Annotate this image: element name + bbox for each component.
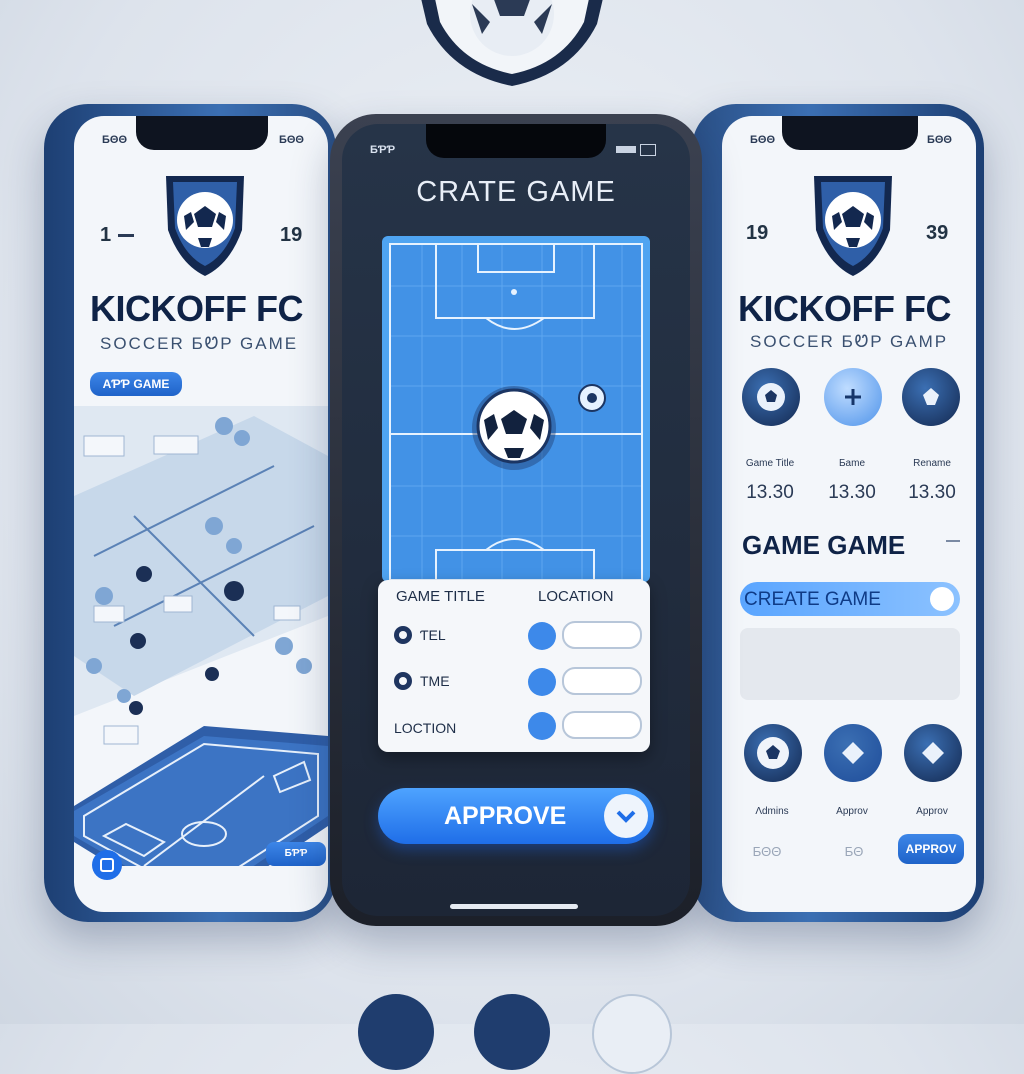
row2-bullet: [394, 672, 412, 690]
create-game-title: CRATE GAME: [416, 176, 616, 208]
battery-icon: [616, 144, 656, 156]
game-form-panel: GAME TITLE LOCATION ƬEL TME LOCTION: [378, 580, 650, 752]
right-bottom-left: ƂΘΘ: [752, 844, 782, 859]
form-row2-label: TME: [420, 673, 450, 689]
badge-icon: [923, 388, 939, 405]
create-game-field-text: CREATE GAME: [744, 589, 881, 610]
stat-label-1: Game Title: [745, 458, 795, 469]
left-bottom-button[interactable]: ƂƤƤ: [266, 842, 326, 866]
row1-input[interactable]: [562, 621, 642, 649]
description-field[interactable]: [740, 628, 960, 700]
right-bottom-mid: ƂΘ: [844, 844, 864, 859]
clock-icon[interactable]: [528, 668, 556, 696]
action-label-2: Approv: [836, 806, 868, 817]
shield-soccer-icon: [814, 176, 892, 276]
approve-button-label: APPROVE: [444, 802, 567, 830]
stat-button-2[interactable]: [824, 368, 882, 426]
approve-check-button[interactable]: [604, 794, 648, 838]
chevron-down-icon: [616, 810, 636, 823]
row1-bullet: [394, 626, 412, 644]
section-title: GAME GAME: [742, 530, 906, 560]
home-indicator: [450, 904, 578, 909]
left-status-left: ƂΘΘ: [102, 134, 128, 146]
left-phone-screen: ƂΘΘ ƂΘΘ 1 19 KICKOFF FC SOCCER ƂᏬP GAME …: [74, 116, 328, 912]
add-game-button[interactable]: AƤƤ GAME: [90, 372, 182, 396]
form-header-title: GAME TITLE: [396, 588, 485, 605]
form-header-location: LOCATION: [538, 588, 614, 605]
left-app-title: KICKOFF FC: [90, 288, 303, 329]
middle-notch: [426, 124, 606, 158]
action-label-1: Ʌdmins: [755, 806, 789, 817]
create-game-field[interactable]: CREATE GAME: [740, 582, 960, 616]
stat-value-2: 13.30: [828, 482, 876, 503]
location-pin-icon[interactable]: [528, 622, 556, 650]
isometric-map-illustration: [74, 406, 328, 866]
top-shield-logo-icon: [421, 0, 603, 86]
stat-button-3[interactable]: [902, 368, 960, 426]
approve-button[interactable]: APPROVE: [378, 788, 654, 844]
left-calendar-button[interactable]: [92, 850, 122, 880]
right-status-right: ƂΘΘ: [926, 134, 952, 146]
score-divider: [118, 234, 134, 237]
soccer-pitch-diagram: [382, 236, 650, 582]
row2-input[interactable]: [562, 667, 642, 695]
right-approve-button[interactable]: APPROV: [898, 834, 964, 864]
diamond-icon: [842, 742, 864, 764]
bottom-icon-2[interactable]: [474, 994, 550, 1070]
left-score-right: 19: [280, 224, 303, 246]
bottom-icon-1[interactable]: [358, 994, 434, 1070]
action-button-3[interactable]: [904, 724, 962, 782]
stat-value-3: 13.30: [908, 482, 956, 503]
right-phone-screen: ƂΘΘ ƂΘΘ 19 39 KICKOFF FC SOCCER ƂᏬP GAMP…: [722, 116, 976, 912]
left-app-subtitle: SOCCER ƂᏬP GAME: [100, 334, 299, 353]
stat-button-1[interactable]: [742, 368, 800, 426]
location-target-icon[interactable]: [528, 712, 556, 740]
action-button-2[interactable]: [824, 724, 882, 782]
bottom-icon-3[interactable]: [592, 994, 672, 1074]
form-row1-label: ƬEL: [420, 627, 446, 643]
pencil-icon: [946, 540, 960, 542]
stat-label-2: Ƃame: [838, 458, 865, 469]
soccer-ball-icon: [472, 386, 556, 470]
plus-icon: [845, 389, 861, 405]
diamond-icon: [922, 742, 944, 764]
right-app-title: KICKOFF FC: [738, 288, 951, 329]
left-score-left: 1: [100, 224, 112, 246]
stat-value-1: 13.30: [746, 482, 794, 503]
soccer-ball-icon: [757, 383, 785, 411]
right-score-left: 19: [746, 222, 769, 244]
right-app-subtitle: SOCCER ƂᏬP GAMP: [750, 332, 949, 351]
soccer-ball-icon: [757, 737, 789, 769]
form-row3-label: LOCTION: [394, 720, 457, 736]
calendar-icon: [100, 858, 114, 872]
right-status-left: ƂΘΘ: [750, 134, 776, 146]
chevron-down-icon[interactable]: [930, 587, 954, 611]
mid-status-left: ƂƤƤ: [370, 144, 396, 156]
stat-label-3: Rename: [913, 458, 951, 469]
action-label-3: Approv: [916, 806, 948, 817]
row3-input[interactable]: [562, 711, 642, 739]
right-notch: [782, 116, 918, 150]
left-status-right: ƂΘΘ: [278, 134, 304, 146]
right-score-right: 39: [926, 222, 949, 244]
shield-soccer-icon: [166, 176, 244, 276]
action-button-1[interactable]: [744, 724, 802, 782]
left-notch: [136, 116, 268, 150]
